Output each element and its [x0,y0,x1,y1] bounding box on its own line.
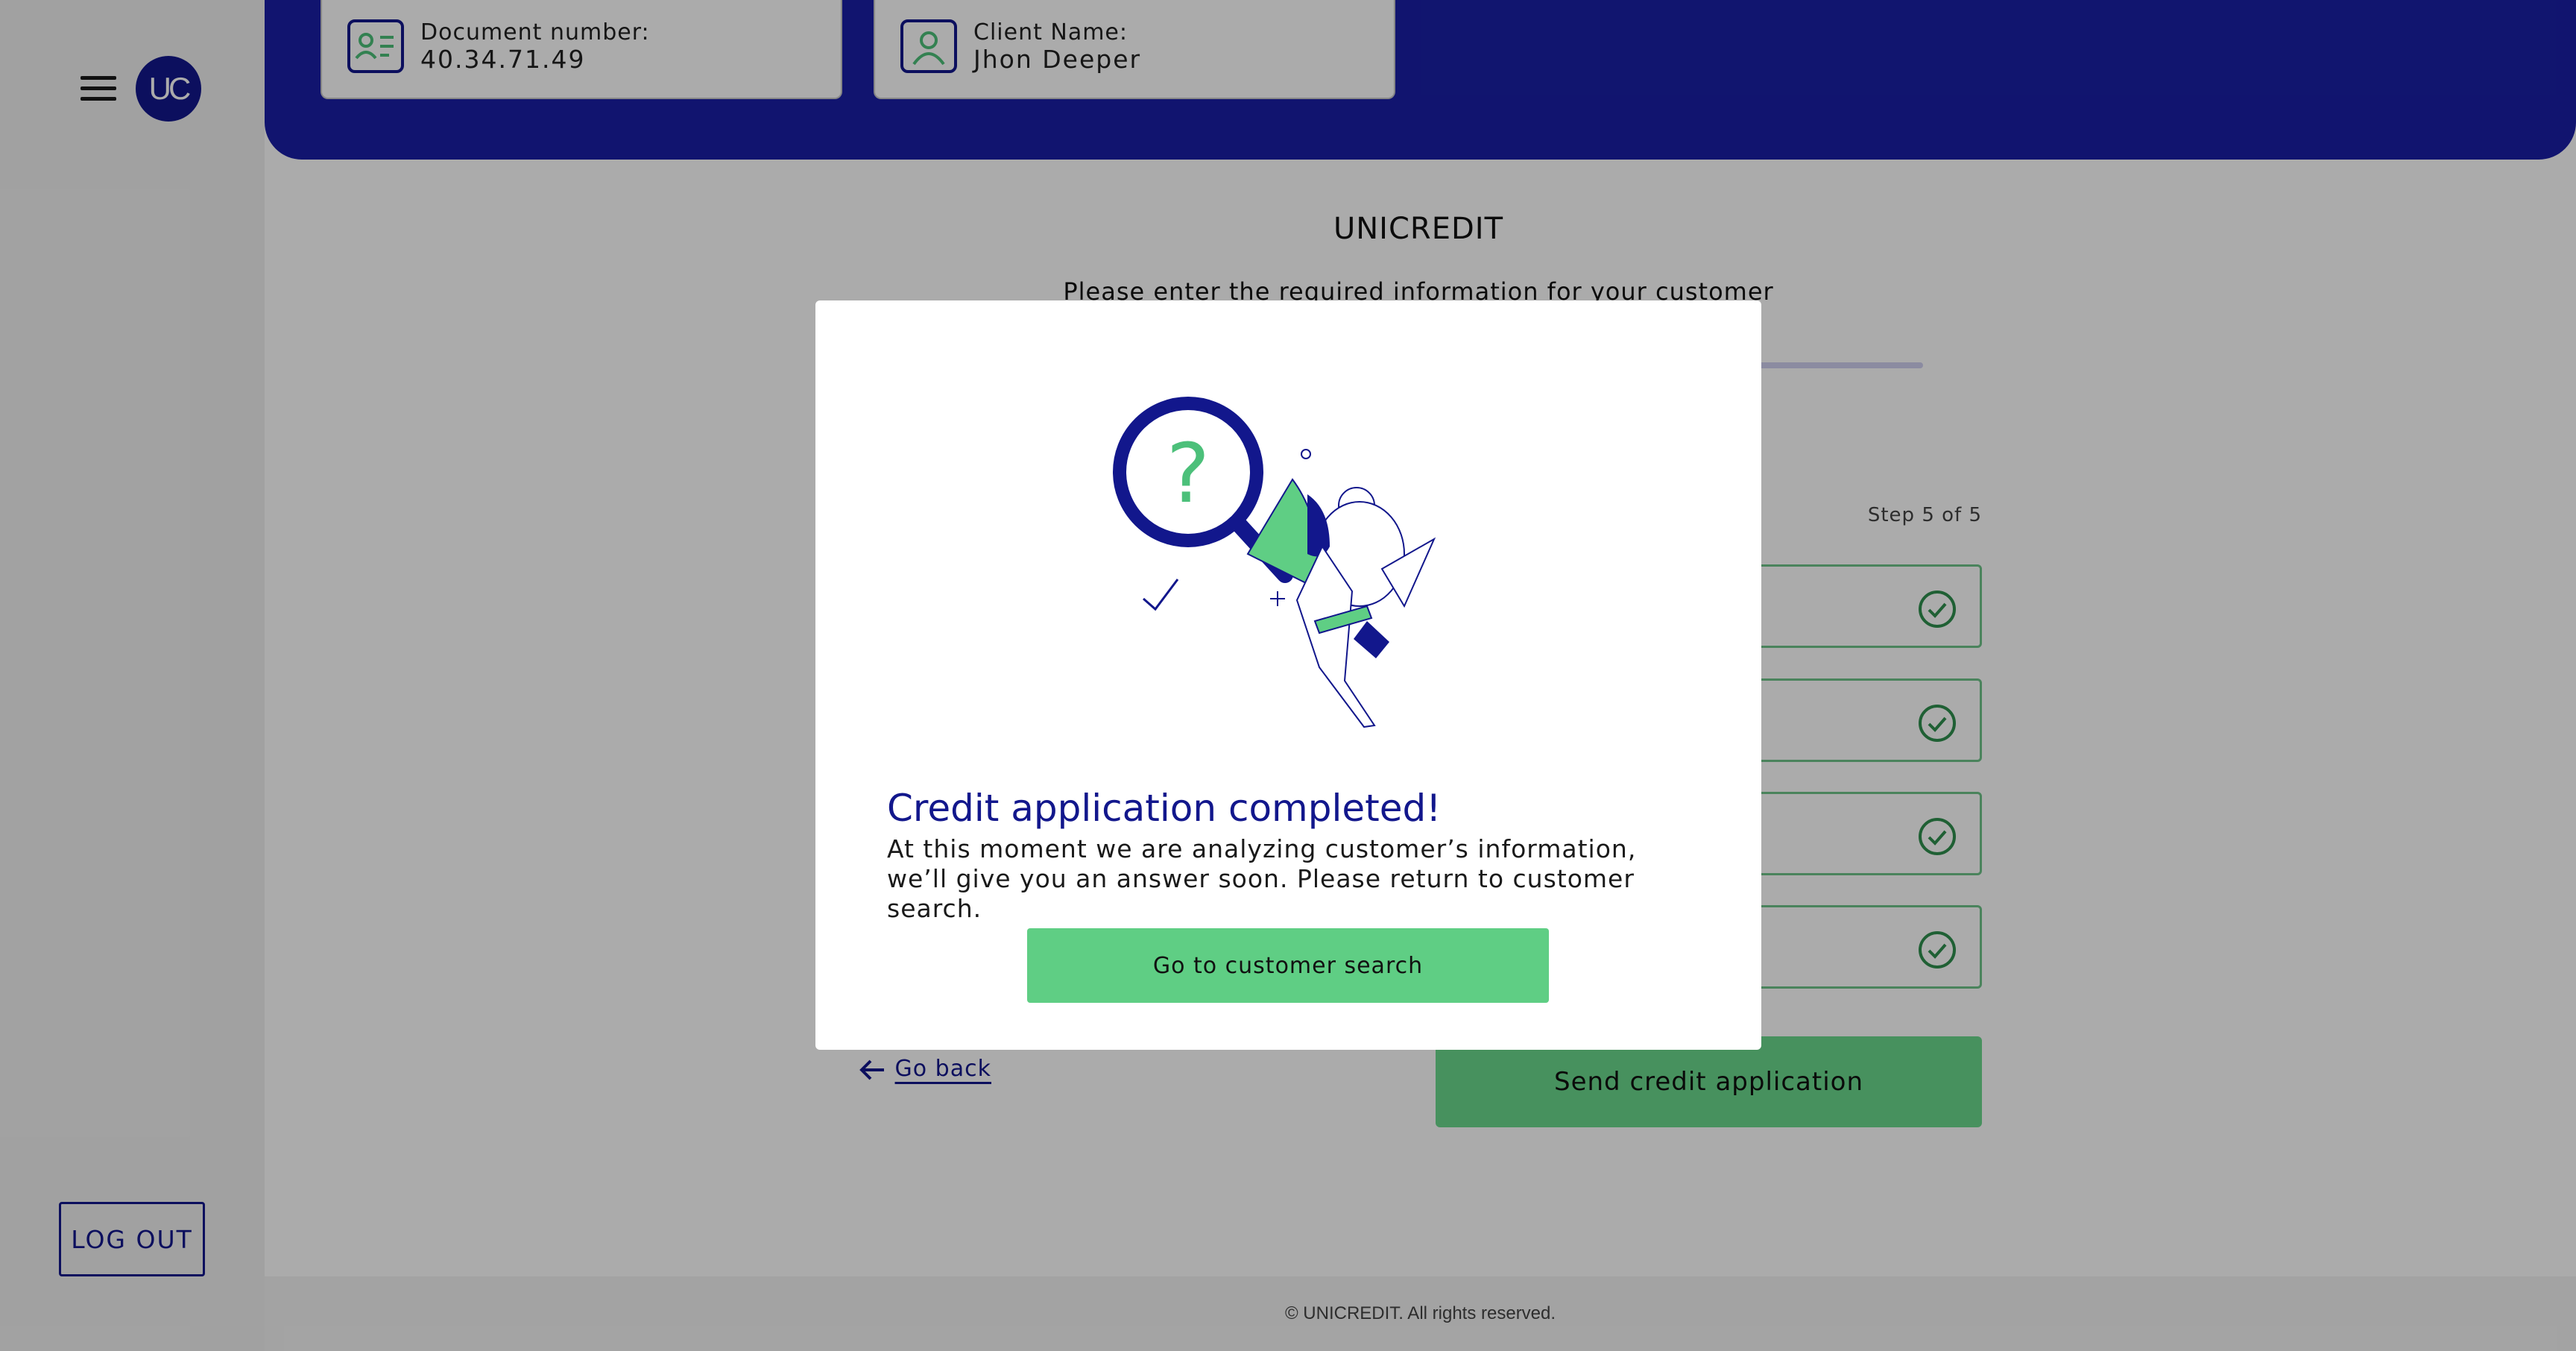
modal-message: At this moment we are analyzing customer… [887,834,1637,923]
success-modal: ? Credit application completed! At this … [815,300,1761,1050]
svg-text:?: ? [1167,426,1210,521]
go-to-customer-search-button[interactable]: Go to customer search [1027,928,1549,1003]
modal-title: Credit application completed! [887,787,1442,830]
search-woman-illustration-icon: ? [1113,397,1436,728]
